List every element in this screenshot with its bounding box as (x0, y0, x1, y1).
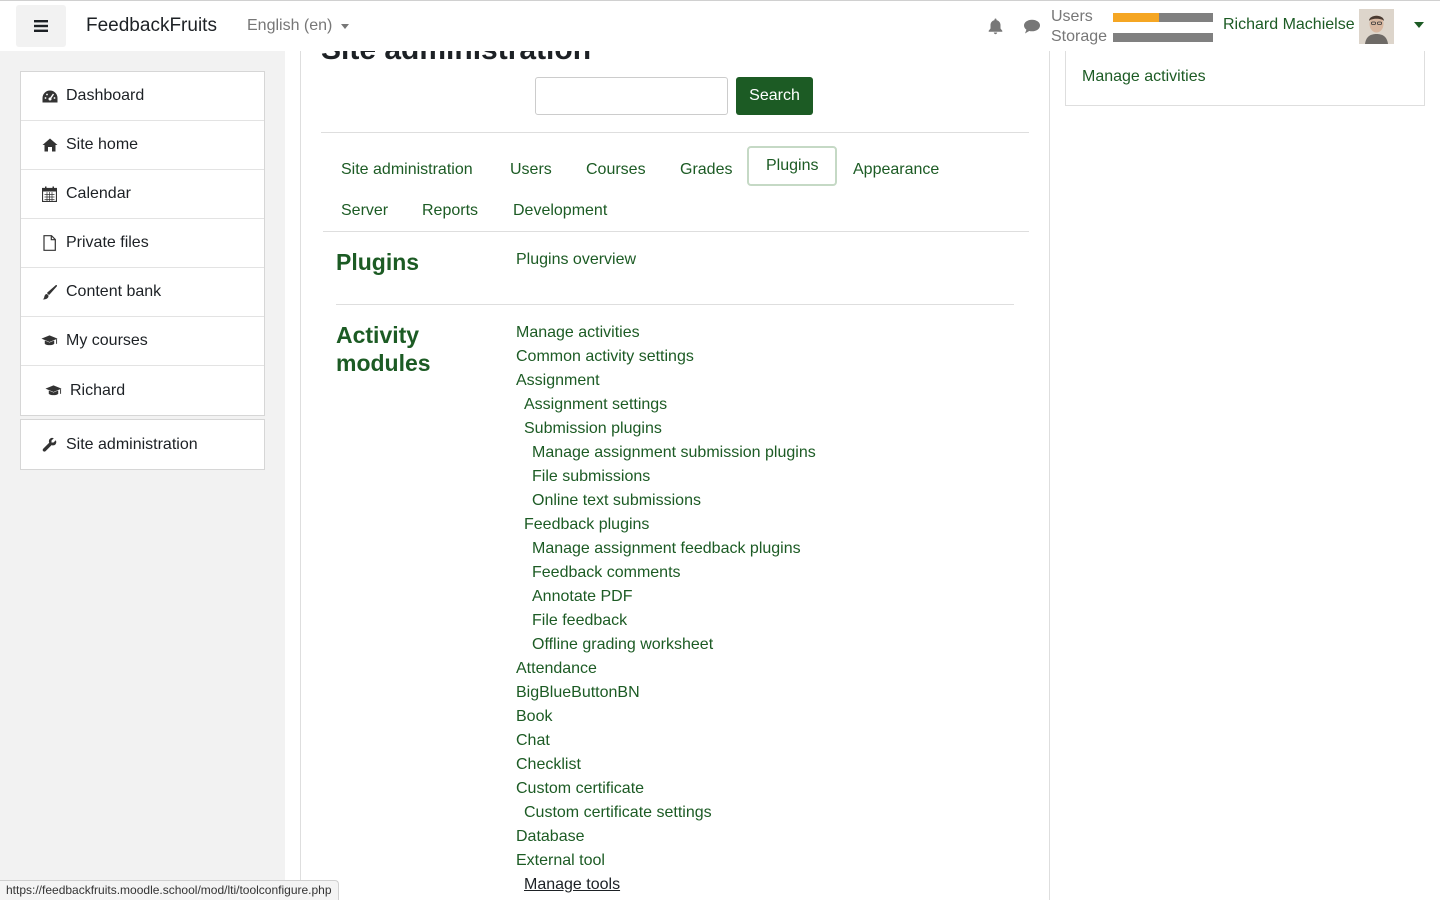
link-submission-plugins[interactable]: Submission plugins (524, 420, 662, 438)
link-manage-assignment-feedback-plugins[interactable]: Manage assignment feedback plugins (532, 540, 801, 558)
wrench-icon (41, 437, 58, 453)
page-title: Site administration (321, 51, 591, 67)
section-title-line: Activity (336, 322, 420, 348)
nav-item-site-administration[interactable]: Site administration (21, 420, 264, 469)
divider (323, 231, 1029, 232)
link-assignment[interactable]: Assignment (516, 372, 600, 390)
link-file-submissions[interactable]: File submissions (532, 468, 650, 486)
users-quota-fill (1113, 13, 1159, 22)
nav-item-label: Private files (66, 234, 149, 251)
link-chat[interactable]: Chat (516, 732, 550, 750)
calendar-icon (41, 186, 58, 202)
link-custom-certificate-settings[interactable]: Custom certificate settings (524, 804, 712, 822)
drawer-main-nav: Dashboard Site home Calendar Private fil… (20, 71, 265, 416)
nav-item-content-bank[interactable]: Content bank (21, 268, 264, 317)
nav-item-course-richard[interactable]: Richard (21, 366, 264, 415)
link-custom-certificate[interactable]: Custom certificate (516, 780, 644, 798)
link-file-feedback[interactable]: File feedback (532, 612, 627, 630)
storage-quota-label: Storage (1051, 28, 1108, 45)
section-title-line: modules (336, 350, 431, 376)
dashboard-icon (41, 88, 58, 104)
nav-item-label: Content bank (66, 283, 162, 300)
language-menu[interactable]: English (en) (247, 17, 350, 35)
link-manage-activities-block[interactable]: Manage activities (1082, 68, 1206, 86)
section-title-activity-modules: Activity modules (336, 321, 431, 377)
nav-item-dashboard[interactable]: Dashboard (21, 72, 264, 121)
status-bar-url: https://feedbackfruits.moodle.school/mod… (0, 880, 339, 900)
tab-courses[interactable]: Courses (586, 161, 646, 179)
link-manage-tools[interactable]: Manage tools (524, 876, 620, 894)
quota-labels: Users Storage (1051, 7, 1107, 47)
drawer-admin-nav: Site administration (20, 419, 265, 470)
chevron-down-icon (341, 23, 350, 29)
nav-item-label: Dashboard (66, 87, 145, 104)
top-navbar: FeedbackFruits English (en) Users Storag… (0, 0, 1440, 51)
link-assignment-settings[interactable]: Assignment settings (524, 396, 667, 414)
link-bigbluebuttonbn[interactable]: BigBlueButtonBN (516, 684, 640, 702)
link-offline-grading-worksheet[interactable]: Offline grading worksheet (532, 636, 713, 654)
nav-item-label: Site administration (66, 435, 198, 453)
tab-reports[interactable]: Reports (422, 202, 478, 220)
nav-item-label: Richard (70, 381, 126, 399)
link-common-activity-settings[interactable]: Common activity settings (516, 348, 694, 366)
user-name[interactable]: Richard Machielse (1223, 16, 1355, 34)
link-database[interactable]: Database (516, 828, 585, 846)
tab-development[interactable]: Development (513, 202, 607, 220)
nav-item-private-files[interactable]: Private files (21, 219, 264, 268)
tab-grades[interactable]: Grades (680, 161, 732, 179)
link-attendance[interactable]: Attendance (516, 660, 597, 678)
brush-icon (41, 284, 58, 300)
tab-server[interactable]: Server (341, 202, 388, 220)
users-quota-bar (1113, 13, 1213, 22)
site-brand[interactable]: FeedbackFruits (86, 15, 217, 37)
messages-chat-icon[interactable] (1023, 19, 1041, 39)
link-manage-activities[interactable]: Manage activities (516, 324, 640, 342)
admin-bookmarks-block: Manage activities (1065, 51, 1425, 106)
file-icon (41, 235, 58, 251)
main-region: Site administration Search Site administ… (300, 51, 1050, 900)
nav-item-site-home[interactable]: Site home (21, 121, 264, 170)
user-menu-chevron-icon[interactable] (1414, 22, 1424, 28)
link-plugins-overview[interactable]: Plugins overview (516, 251, 636, 269)
divider (321, 132, 1029, 133)
tab-appearance[interactable]: Appearance (853, 161, 939, 179)
nav-item-label: Calendar (66, 185, 131, 202)
nav-item-label: Site home (66, 136, 139, 153)
tab-plugins[interactable]: Plugins (747, 146, 838, 186)
nav-item-calendar[interactable]: Calendar (21, 170, 264, 219)
link-checklist[interactable]: Checklist (516, 756, 581, 774)
home-icon (41, 137, 58, 153)
nav-item-my-courses[interactable]: My courses (21, 317, 264, 366)
storage-quota-bar (1113, 33, 1213, 42)
graduation-cap-icon (45, 383, 62, 399)
graduation-cap-icon (41, 333, 58, 349)
section-title-plugins: Plugins (336, 249, 420, 275)
language-label: English (en) (247, 17, 333, 34)
avatar[interactable] (1359, 9, 1394, 44)
link-feedback-comments[interactable]: Feedback comments (532, 564, 681, 582)
tab-users[interactable]: Users (510, 161, 552, 179)
notifications-bell-icon[interactable] (988, 18, 1003, 40)
link-manage-assignment-submission-plugins[interactable]: Manage assignment submission plugins (532, 444, 816, 462)
link-external-tool[interactable]: External tool (516, 852, 605, 870)
drawer-toggle-button[interactable] (16, 5, 66, 47)
nav-drawer: Dashboard Site home Calendar Private fil… (0, 51, 285, 900)
admin-search-input[interactable] (535, 77, 728, 115)
hamburger-icon (34, 20, 48, 32)
users-quota-label: Users (1051, 8, 1093, 25)
divider (336, 304, 1014, 305)
link-feedback-plugins[interactable]: Feedback plugins (524, 516, 649, 534)
link-book[interactable]: Book (516, 708, 552, 726)
search-button[interactable]: Search (736, 77, 813, 115)
link-online-text-submissions[interactable]: Online text submissions (532, 492, 701, 510)
link-annotate-pdf[interactable]: Annotate PDF (532, 588, 633, 606)
tab-site-administration[interactable]: Site administration (341, 161, 473, 179)
nav-item-label: My courses (66, 332, 148, 349)
